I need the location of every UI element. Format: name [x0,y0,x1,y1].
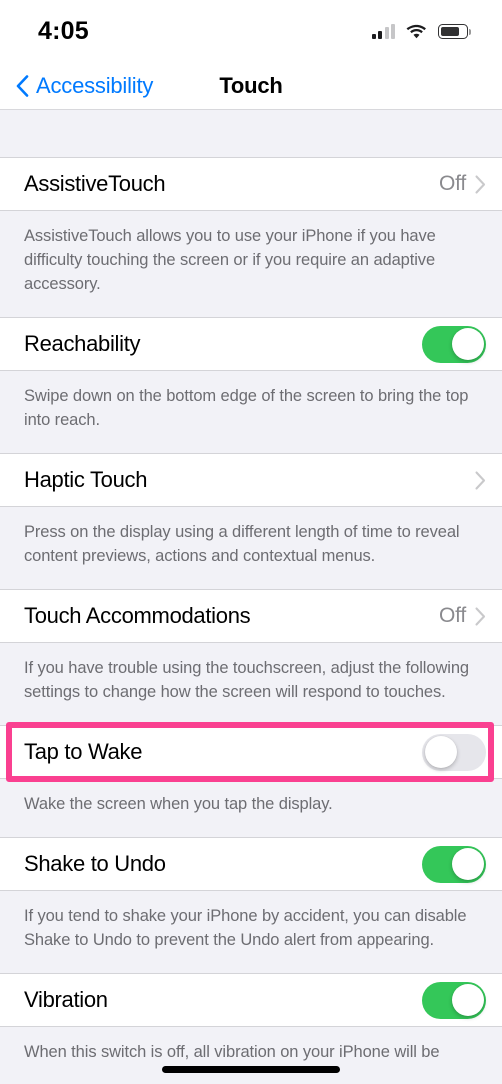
cellular-signal-icon [371,23,395,39]
row-accessory [475,470,486,490]
row-accessory: Off [439,604,486,628]
chevron-right-icon [475,470,486,490]
row-label: Shake to Undo [24,851,166,876]
row-label: Reachability [24,331,141,356]
row-label: Touch Accommodations [24,603,251,628]
status-bar-icons [371,23,471,39]
row-accessory: Off [439,172,486,196]
chevron-left-icon [16,74,29,97]
toggle-shake-to-undo[interactable] [422,845,486,883]
top-spacer [0,110,502,157]
battery-icon [438,23,471,39]
row-haptic-touch[interactable]: Haptic Touch [0,454,502,506]
row-label: AssistiveTouch [24,171,166,196]
status-bar-time: 4:05 [38,16,89,45]
row-accessory [422,981,486,1019]
row-shake-to-undo[interactable]: Shake to Undo [0,838,502,890]
row-assistive-touch[interactable]: AssistiveTouch Off [0,158,502,210]
toggle-tap-to-wake[interactable] [422,733,486,771]
row-vibration[interactable]: Vibration [0,974,502,1026]
row-accessory [422,325,486,363]
footer-reachability: Swipe down on the bottom edge of the scr… [0,371,502,453]
group-tap-to-wake: Tap to Wake [0,722,502,782]
iphone-settings-screen: 4:05 Accessibility Touch AssistiveTouch … [0,0,502,1084]
chevron-right-icon [475,606,486,626]
row-value: Off [438,172,466,195]
group-touch-accommodations: Touch Accommodations Off [0,589,502,643]
row-accessory [422,845,486,883]
row-label: Vibration [24,987,108,1012]
toggle-vibration[interactable] [422,981,486,1019]
status-bar: 4:05 [0,0,502,62]
footer-shake-to-undo: If you tend to shake your iPhone by acci… [0,891,502,973]
footer-assistive-touch: AssistiveTouch allows you to use your iP… [0,211,502,317]
footer-touch-accommodations: If you have trouble using the touchscree… [0,643,502,725]
row-label: Haptic Touch [24,467,148,492]
group-reachability: Reachability [0,317,502,371]
row-touch-accommodations[interactable]: Touch Accommodations Off [0,590,502,642]
back-button-label: Accessibility [36,72,154,98]
group-assistive-touch: AssistiveTouch Off [0,157,502,211]
navigation-bar: Accessibility Touch [0,62,502,110]
settings-list: AssistiveTouch Off AssistiveTouch allows… [0,110,502,1084]
row-reachability[interactable]: Reachability [0,318,502,370]
chevron-right-icon [475,174,486,194]
group-shake-to-undo: Shake to Undo [0,837,502,891]
wifi-icon [406,24,427,39]
home-indicator[interactable] [162,1066,340,1073]
row-value: Off [438,604,466,627]
back-button-accessibility[interactable]: Accessibility [0,73,153,99]
footer-haptic-touch: Press on the display using a different l… [0,507,502,589]
row-accessory [422,733,486,771]
toggle-reachability[interactable] [422,325,486,363]
group-vibration: Vibration [0,973,502,1027]
row-label: Tap to Wake [24,739,143,764]
group-haptic-touch: Haptic Touch [0,453,502,507]
footer-tap-to-wake: Wake the screen when you tap the display… [0,779,502,837]
footer-vibration: When this switch is off, all vibration o… [0,1027,502,1084]
row-tap-to-wake[interactable]: Tap to Wake [0,726,502,778]
